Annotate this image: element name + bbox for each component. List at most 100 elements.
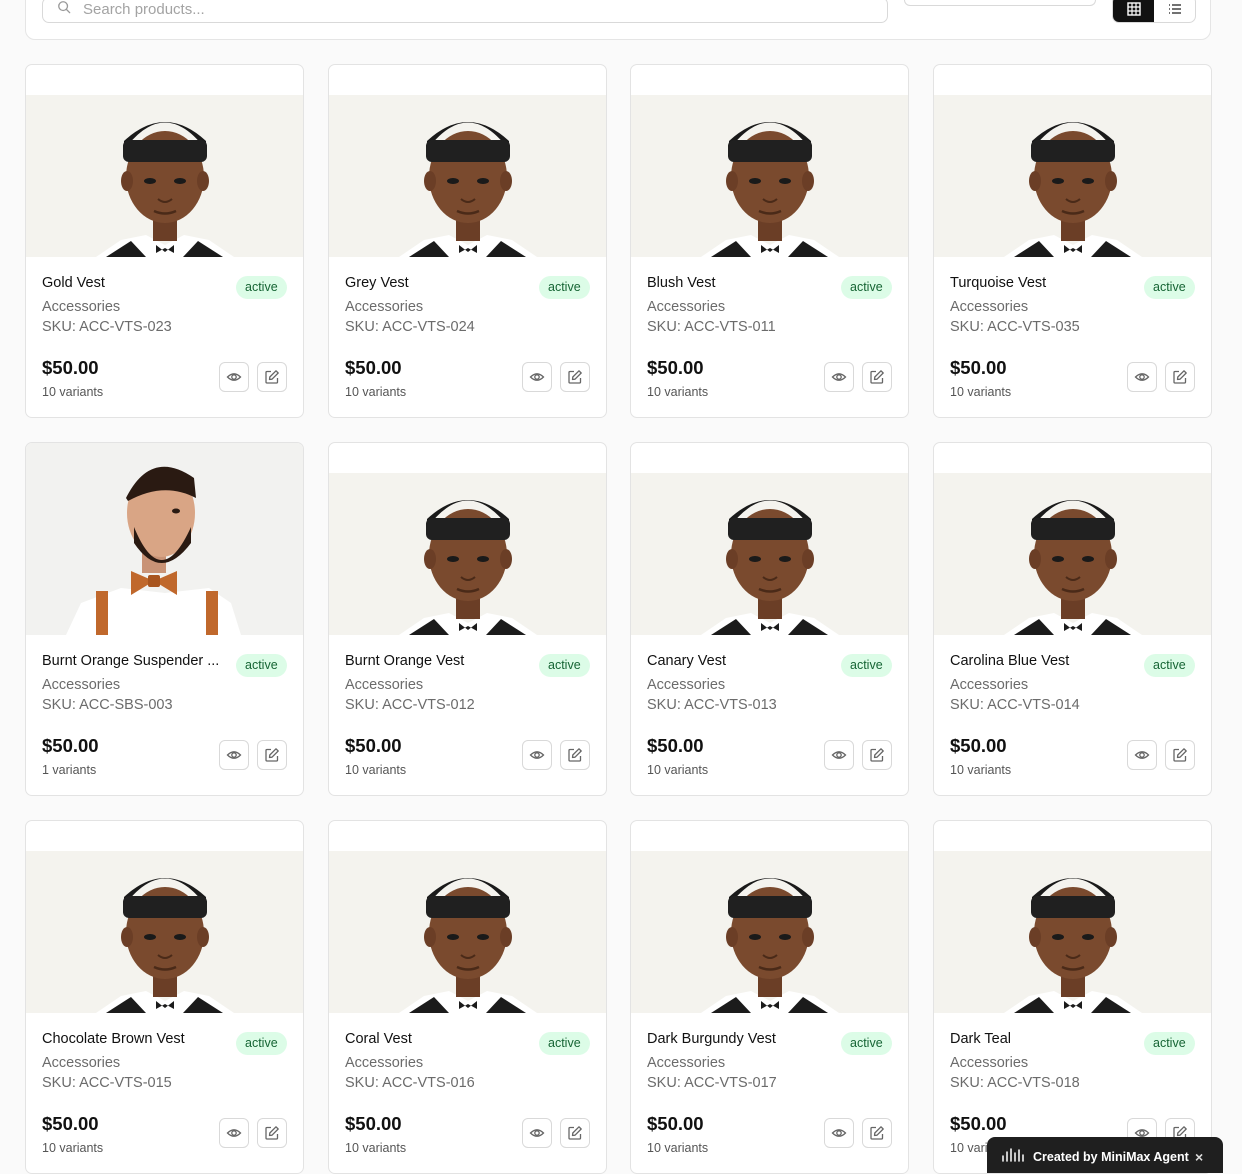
product-category: Accessories xyxy=(647,299,726,315)
product-variants: 10 variants xyxy=(345,763,407,777)
status-badge: active xyxy=(1144,654,1195,677)
product-category: Accessories xyxy=(42,1055,121,1071)
view-product-button[interactable] xyxy=(824,740,854,770)
edit-product-button[interactable] xyxy=(862,362,892,392)
product-title: Blush Vest xyxy=(647,275,716,291)
view-product-button[interactable] xyxy=(219,1118,249,1148)
product-sku: SKU: ACC-VTS-023 xyxy=(42,319,172,335)
edit-product-button[interactable] xyxy=(1165,362,1195,392)
product-image xyxy=(934,473,1211,635)
product-title: Burnt Orange Vest xyxy=(345,653,465,669)
product-card[interactable]: Carolina Blue Vest active Accessories SKU: … xyxy=(933,442,1212,796)
product-title: Carolina Blue Vest xyxy=(950,653,1070,669)
product-sku: SKU: ACC-VTS-011 xyxy=(647,319,776,335)
search-input[interactable] xyxy=(83,0,863,20)
product-card[interactable]: Burnt Orange Vest active Accessories SKU: A… xyxy=(328,442,607,796)
product-sku: SKU: ACC-VTS-018 xyxy=(950,1075,1080,1091)
product-category: Accessories xyxy=(647,1055,726,1071)
view-product-button[interactable] xyxy=(522,362,552,392)
edit-icon xyxy=(870,748,884,762)
product-image xyxy=(631,851,908,1013)
view-product-button[interactable] xyxy=(219,362,249,392)
product-category: Accessories xyxy=(42,677,121,693)
product-category: Accessories xyxy=(950,1055,1029,1071)
view-product-button[interactable] xyxy=(219,740,249,770)
product-category: Accessories xyxy=(647,677,726,693)
product-title: Canary Vest xyxy=(647,653,726,669)
grid-view-button[interactable] xyxy=(1113,0,1154,22)
edit-product-button[interactable] xyxy=(257,362,287,392)
view-product-button[interactable] xyxy=(1127,740,1157,770)
product-price: $50.00 xyxy=(42,735,99,756)
product-price: $50.00 xyxy=(42,357,99,378)
grid-icon xyxy=(1126,2,1141,16)
eye-icon xyxy=(226,1129,242,1137)
edit-icon xyxy=(1173,370,1187,384)
product-card[interactable]: Chocolate Brown Vest active Accessories SKU… xyxy=(25,820,304,1174)
product-card[interactable]: Turquoise Vest active Accessories SKU: ACC-… xyxy=(933,64,1212,418)
product-card[interactable]: Burnt Orange Suspender ... active Accessor… xyxy=(25,442,304,796)
product-card[interactable]: Grey Vest active Accessories SKU: ACC-VTS-0… xyxy=(328,64,607,418)
edit-icon xyxy=(1173,748,1187,762)
status-badge: active xyxy=(841,276,892,299)
view-product-button[interactable] xyxy=(522,740,552,770)
product-variants: 10 variants xyxy=(950,763,1012,777)
list-view-button[interactable] xyxy=(1154,0,1195,22)
search-icon xyxy=(58,1,71,14)
edit-icon xyxy=(568,1126,582,1140)
edit-product-button[interactable] xyxy=(560,1118,590,1148)
product-sku: SKU: ACC-VTS-014 xyxy=(950,697,1080,713)
status-badge: active xyxy=(236,654,287,677)
eye-icon xyxy=(226,373,242,381)
eye-icon xyxy=(226,751,242,759)
product-title: Burnt Orange Suspender ... xyxy=(42,653,220,669)
edit-product-button[interactable] xyxy=(257,1118,287,1148)
product-card[interactable]: Coral Vest active Accessories SKU: ACC-VTS-… xyxy=(328,820,607,1174)
product-sku: SKU: ACC-VTS-013 xyxy=(647,697,777,713)
edit-icon xyxy=(870,1126,884,1140)
view-product-button[interactable] xyxy=(824,1118,854,1148)
edit-product-button[interactable] xyxy=(862,740,892,770)
product-price: $50.00 xyxy=(647,357,704,378)
edit-product-button[interactable] xyxy=(862,1118,892,1148)
view-product-button[interactable] xyxy=(824,362,854,392)
product-image xyxy=(329,95,606,257)
product-image xyxy=(329,473,606,635)
product-variants: 10 variants xyxy=(42,385,104,399)
eye-icon xyxy=(529,751,545,759)
product-card[interactable]: Dark Teal active Accessories SKU: ACC-VTS-0… xyxy=(933,820,1212,1174)
edit-icon xyxy=(568,748,582,762)
eye-icon xyxy=(831,1129,847,1137)
edit-product-button[interactable] xyxy=(560,740,590,770)
product-card[interactable]: Gold Vest active Accessories SKU: ACC-VTS-0… xyxy=(25,64,304,418)
sort-select[interactable] xyxy=(904,0,1096,6)
product-image xyxy=(631,95,908,257)
product-image xyxy=(26,851,303,1013)
product-variants: 10 variants xyxy=(647,1141,709,1155)
product-sku: SKU: ACC-VTS-015 xyxy=(42,1075,172,1091)
status-badge: active xyxy=(841,654,892,677)
product-card[interactable]: Canary Vest active Accessories SKU: ACC-VTS… xyxy=(630,442,909,796)
product-variants: 10 variants xyxy=(950,385,1012,399)
view-product-button[interactable] xyxy=(1127,362,1157,392)
status-badge: active xyxy=(841,1032,892,1055)
edit-icon xyxy=(265,370,279,384)
edit-product-button[interactable] xyxy=(1165,740,1195,770)
edit-product-button[interactable] xyxy=(257,740,287,770)
product-price: $50.00 xyxy=(950,357,1007,378)
status-badge: active xyxy=(539,276,590,299)
product-card[interactable]: Blush Vest active Accessories SKU: ACC-VTS-… xyxy=(630,64,909,418)
product-category: Accessories xyxy=(345,1055,424,1071)
product-sku: SKU: ACC-VTS-035 xyxy=(950,319,1080,335)
product-image xyxy=(934,851,1211,1013)
view-product-button[interactable] xyxy=(522,1118,552,1148)
minimax-badge[interactable]: Created by MiniMax Agent × xyxy=(987,1137,1223,1173)
product-variants: 10 variants xyxy=(647,763,709,777)
search-box[interactable] xyxy=(42,0,888,23)
edit-product-button[interactable] xyxy=(560,362,590,392)
product-price: $50.00 xyxy=(42,1113,99,1134)
status-badge: active xyxy=(539,1032,590,1055)
product-price: $50.00 xyxy=(345,1113,402,1134)
product-card[interactable]: Dark Burgundy Vest active Accessories SKU: … xyxy=(630,820,909,1174)
product-image xyxy=(26,95,303,257)
